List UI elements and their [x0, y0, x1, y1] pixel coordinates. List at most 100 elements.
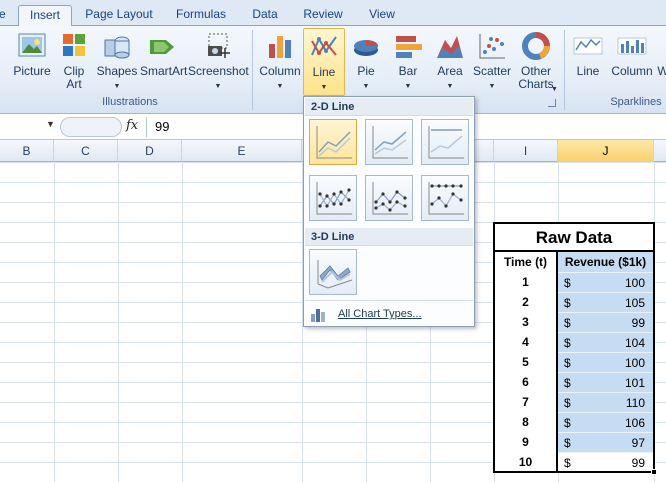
column-header-d[interactable]: D — [118, 140, 182, 162]
header-revenue[interactable]: Revenue ($1k) — [558, 252, 653, 272]
bar-chart-button[interactable]: Bar ▼ — [388, 28, 428, 93]
tab-page-layout[interactable]: Page Layout — [80, 5, 158, 26]
tab-file-partial[interactable]: le — [0, 5, 8, 26]
cell-revenue[interactable]: $100 — [558, 352, 653, 372]
column-chart-icon — [265, 30, 295, 62]
line-chart-icon — [309, 31, 339, 63]
cell-time[interactable]: 1 — [495, 272, 558, 292]
cell-time[interactable]: 3 — [495, 312, 558, 332]
sparkline-line-icon — [573, 30, 603, 62]
cell-time[interactable]: 6 — [495, 372, 558, 392]
sparkline-line-button[interactable]: Line — [570, 28, 606, 78]
column-chart-button[interactable]: Column ▼ — [258, 28, 302, 93]
column-header-e[interactable]: E — [182, 140, 302, 162]
chevron-down-icon: ▼ — [488, 83, 496, 90]
fill-handle[interactable] — [651, 469, 657, 475]
cell-revenue[interactable]: $110 — [558, 392, 653, 412]
shapes-icon — [102, 30, 132, 62]
column-header-k-partial[interactable] — [654, 140, 666, 162]
sparkline-winloss-button[interactable]: W — [656, 28, 666, 78]
stacked-line-chart-option[interactable] — [365, 119, 413, 165]
percent-stacked-line-with-markers-option[interactable] — [421, 175, 469, 221]
illustrations-group-label: Illustrations — [102, 96, 158, 108]
pie-chart-button[interactable]: Pie ▼ — [348, 28, 384, 93]
stacked-line-markers-icon — [372, 182, 408, 215]
cell-revenue[interactable]: $104 — [558, 332, 653, 352]
smartart-button[interactable]: SmartArt — [140, 28, 187, 78]
screenshot-button[interactable]: Screenshot ▼ — [188, 28, 249, 93]
name-box-dropdown-icon[interactable]: ▼ — [46, 119, 55, 129]
cell-revenue[interactable]: $97 — [558, 432, 653, 452]
cell-revenue[interactable]: $99 — [558, 312, 653, 332]
all-chart-types-item[interactable]: All Chart Types... — [308, 304, 472, 324]
cell-time[interactable]: 7 — [495, 392, 558, 412]
line-chart-icon — [316, 126, 352, 159]
area-chart-icon — [435, 30, 465, 62]
formula-bar-splitter[interactable] — [60, 117, 122, 137]
chevron-down-icon: ▼ — [214, 83, 222, 90]
percent-stacked-line-chart-option[interactable] — [421, 119, 469, 165]
shapes-button[interactable]: Shapes ▼ — [96, 28, 138, 93]
line-chart-button[interactable]: Line ▼ — [303, 28, 345, 96]
cell-time[interactable]: 5 — [495, 352, 558, 372]
pie-chart-icon — [351, 30, 381, 62]
charts-dialog-launcher-icon[interactable] — [548, 99, 556, 107]
3d-line-icon — [317, 260, 353, 289]
section-2d-line: 2-D Line — [305, 98, 473, 116]
line-markers-icon — [316, 182, 352, 215]
gridline — [182, 162, 183, 482]
cell-revenue-active[interactable]: $99 — [558, 452, 653, 471]
group-separator — [564, 30, 565, 110]
chevron-down-icon: ▼ — [551, 86, 558, 93]
picture-button[interactable]: Picture — [10, 28, 54, 78]
group-separator — [252, 30, 253, 110]
cell-time[interactable]: 4 — [495, 332, 558, 352]
line-chart-option[interactable] — [309, 119, 357, 165]
line-with-markers-option[interactable] — [309, 175, 357, 221]
cell-revenue[interactable]: $105 — [558, 292, 653, 312]
gridline — [118, 162, 119, 482]
tab-view[interactable]: View — [360, 5, 404, 26]
screenshot-icon — [203, 30, 233, 62]
insert-function-icon[interactable]: fx — [126, 118, 138, 133]
chevron-down-icon: ▼ — [320, 84, 328, 91]
other-charts-button[interactable]: Other Charts — [514, 28, 558, 91]
scatter-chart-button[interactable]: Scatter ▼ — [472, 28, 512, 93]
column-header-c[interactable]: C — [54, 140, 118, 162]
raw-data-title[interactable]: Raw Data — [495, 224, 653, 252]
smartart-icon — [148, 30, 178, 62]
chevron-down-icon: ▼ — [404, 83, 412, 90]
cell-revenue[interactable]: $106 — [558, 412, 653, 432]
column-header-j[interactable]: J — [558, 140, 654, 162]
sparkline-column-button[interactable]: Column — [610, 28, 654, 78]
3d-line-chart-option[interactable] — [309, 249, 357, 295]
cell-time[interactable]: 10 — [495, 452, 558, 471]
column-header-i[interactable]: I — [494, 140, 558, 162]
bar-chart-icon — [393, 30, 423, 62]
stacked-line-with-markers-option[interactable] — [365, 175, 413, 221]
header-time[interactable]: Time (t) — [495, 252, 558, 272]
percent-stacked-line-icon — [428, 126, 464, 159]
column-header-b[interactable]: B — [0, 140, 54, 162]
sparkline-column-icon — [617, 30, 647, 62]
tab-review[interactable]: Review — [296, 5, 350, 26]
cell-revenue[interactable]: $101 — [558, 372, 653, 392]
menu-separator — [305, 300, 473, 301]
tab-data[interactable]: Data — [244, 5, 286, 26]
cell-time[interactable]: 8 — [495, 412, 558, 432]
cell-time[interactable]: 9 — [495, 432, 558, 452]
clip-art-button[interactable]: Clip Art — [56, 28, 92, 91]
raw-data-table: Raw Data Time (t) Revenue ($1k) 1 $100 2… — [493, 222, 655, 473]
chevron-down-icon: ▼ — [362, 83, 370, 90]
picture-icon — [17, 30, 47, 62]
scatter-chart-icon — [477, 30, 507, 62]
chevron-down-icon: ▼ — [113, 83, 121, 90]
stacked-line-icon — [372, 126, 408, 159]
cell-time[interactable]: 2 — [495, 292, 558, 312]
gridline — [54, 162, 55, 482]
doughnut-chart-icon — [521, 30, 551, 62]
tab-formulas[interactable]: Formulas — [168, 5, 234, 26]
cell-revenue[interactable]: $100 — [558, 272, 653, 292]
tab-insert[interactable]: Insert — [18, 5, 72, 27]
area-chart-button[interactable]: Area ▼ — [432, 28, 468, 93]
